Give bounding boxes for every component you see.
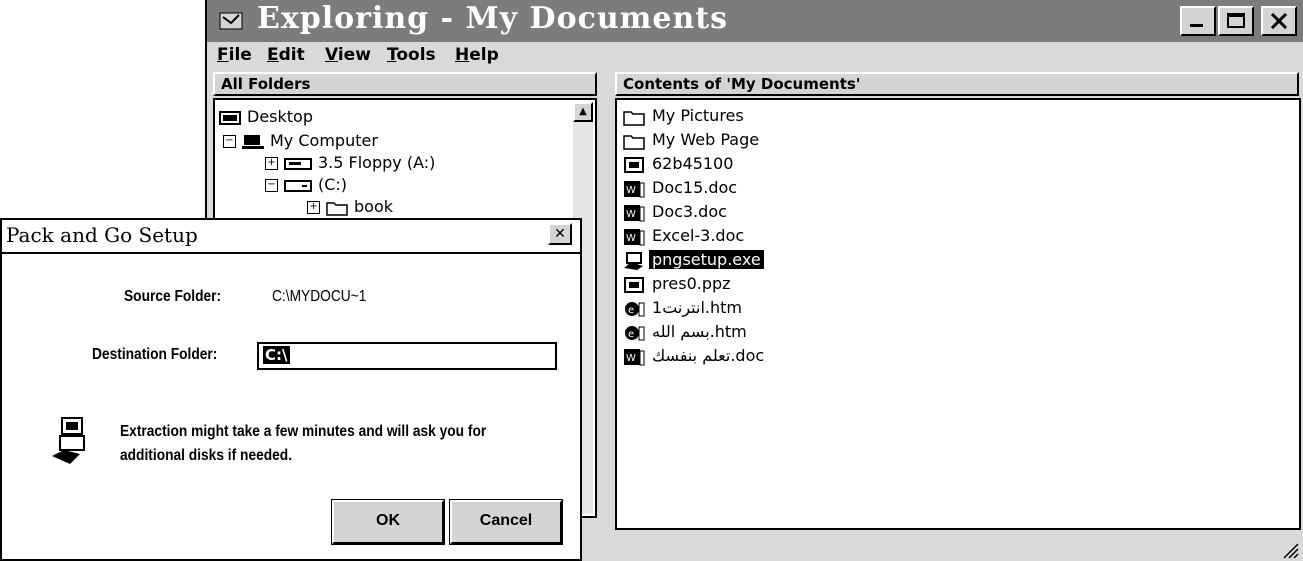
setup-exe-icon bbox=[623, 251, 645, 270]
tree-item-label: book bbox=[354, 197, 393, 216]
file-name: 62b45100 bbox=[652, 154, 734, 173]
contents-header: Contents of 'My Documents' bbox=[615, 72, 1299, 96]
menu-bar: File Edit View Tools Help bbox=[207, 42, 1303, 70]
expand-toggle[interactable]: + bbox=[265, 157, 278, 170]
web-page-icon: e bbox=[623, 324, 645, 342]
tree-item-book[interactable]: + book bbox=[307, 196, 393, 218]
extraction-message: Extraction might take a few minutes and … bbox=[120, 420, 486, 468]
tree-item-label: 3.5 Floppy (A:) bbox=[318, 153, 436, 172]
menu-file[interactable]: File bbox=[217, 45, 252, 65]
maximize-button[interactable] bbox=[1218, 6, 1254, 36]
menu-help[interactable]: Help bbox=[455, 45, 499, 65]
ok-button[interactable]: OK bbox=[331, 499, 445, 545]
resize-grip-icon[interactable] bbox=[1281, 541, 1299, 559]
file-name: 1انترنت.htm bbox=[652, 298, 742, 317]
scroll-up-button[interactable]: ▲ bbox=[573, 102, 593, 122]
source-folder-label: Source Folder: bbox=[124, 288, 222, 305]
minimize-icon bbox=[1190, 24, 1203, 27]
word-doc-icon: W bbox=[623, 348, 645, 366]
word-doc-icon: W bbox=[623, 204, 645, 222]
svg-text:e: e bbox=[628, 305, 634, 316]
all-folders-header: All Folders bbox=[213, 72, 597, 96]
maximize-icon bbox=[1227, 13, 1245, 28]
tree-item-label: Desktop bbox=[247, 107, 313, 126]
file-list-item[interactable]: pngsetup.exe bbox=[623, 248, 764, 271]
cancel-button[interactable]: Cancel bbox=[449, 499, 563, 545]
svg-text:W: W bbox=[626, 233, 636, 244]
tree-item-desktop[interactable]: Desktop bbox=[219, 106, 313, 128]
file-list-item[interactable]: W Doc15.doc bbox=[623, 176, 740, 199]
menu-tools[interactable]: Tools bbox=[387, 45, 436, 65]
file-name: تعلم بنفسك.doc bbox=[652, 346, 765, 365]
svg-text:e: e bbox=[628, 329, 634, 340]
floppy-icon bbox=[284, 157, 312, 170]
file-list-item[interactable]: My Web Page bbox=[623, 128, 762, 151]
source-folder-value: C:\MYDOCU~1 bbox=[272, 288, 367, 305]
file-name: Doc3.doc bbox=[652, 202, 727, 221]
file-name: Excel-3.doc bbox=[652, 226, 745, 245]
file-name: بسم الله.htm bbox=[652, 322, 747, 341]
menu-edit[interactable]: Edit bbox=[267, 45, 305, 65]
file-list-item[interactable]: W Doc3.doc bbox=[623, 200, 730, 223]
word-doc-icon: W bbox=[623, 180, 645, 198]
collapse-toggle[interactable]: − bbox=[265, 179, 278, 192]
collapse-toggle[interactable]: − bbox=[223, 135, 236, 148]
explorer-title: Exploring - My Documents bbox=[257, 1, 729, 36]
contents-pane: My Pictures My Web Page 62b45100 W Doc15.doc… bbox=[615, 98, 1301, 530]
close-button[interactable] bbox=[1261, 6, 1297, 36]
pack-and-go-dialog: Pack and Go Setup ✕ Source Folder: C:\MY… bbox=[0, 218, 582, 561]
file-list-item[interactable]: W Excel-3.doc bbox=[623, 224, 747, 247]
file-list-item[interactable]: e بسم الله.htm bbox=[623, 320, 750, 343]
file-name: My Pictures bbox=[652, 106, 744, 125]
folder-icon bbox=[623, 132, 645, 150]
file-list-item[interactable]: pres0.ppz bbox=[623, 272, 734, 295]
close-icon bbox=[1270, 13, 1288, 29]
svg-text:W: W bbox=[626, 185, 636, 196]
message-line-1: Extraction might take a few minutes and … bbox=[120, 423, 487, 440]
explorer-app-icon bbox=[219, 12, 243, 30]
desktop-icon bbox=[219, 110, 241, 125]
computer-icon bbox=[242, 134, 264, 149]
folder-icon bbox=[623, 108, 645, 126]
file-icon bbox=[623, 276, 645, 294]
word-doc-icon: W bbox=[623, 228, 645, 246]
svg-text:W: W bbox=[626, 353, 636, 364]
file-list-item[interactable]: My Pictures bbox=[623, 104, 747, 127]
file-name: My Web Page bbox=[652, 130, 760, 149]
explorer-title-bar[interactable]: Exploring - My Documents bbox=[207, 0, 1303, 42]
tree-item-label: My Computer bbox=[270, 131, 378, 150]
file-list-item[interactable]: W تعلم بنفسك.doc bbox=[623, 344, 767, 367]
file-icon bbox=[623, 156, 645, 174]
file-name: pngsetup.exe bbox=[649, 250, 764, 269]
dialog-close-button[interactable]: ✕ bbox=[548, 223, 572, 245]
tree-item-my-computer[interactable]: − My Computer bbox=[223, 130, 378, 152]
web-page-icon: e bbox=[623, 300, 645, 318]
destination-folder-input[interactable]: C:\ bbox=[257, 342, 557, 370]
file-name: Doc15.doc bbox=[652, 178, 738, 197]
tree-item-floppy[interactable]: +3.5 Floppy (A:) bbox=[265, 152, 435, 174]
svg-text:W: W bbox=[626, 209, 636, 220]
setup-computer-icon bbox=[52, 417, 85, 464]
dialog-title: Pack and Go Setup bbox=[6, 223, 198, 247]
dialog-title-bar[interactable]: Pack and Go Setup ✕ bbox=[2, 220, 580, 254]
expand-toggle[interactable]: + bbox=[307, 201, 320, 214]
file-list-item[interactable]: e 1انترنت.htm bbox=[623, 296, 745, 319]
file-name: pres0.ppz bbox=[652, 274, 731, 293]
close-icon: ✕ bbox=[554, 226, 566, 242]
minimize-button[interactable] bbox=[1180, 6, 1216, 36]
drive-icon bbox=[284, 179, 312, 192]
file-list-item[interactable]: 62b45100 bbox=[623, 152, 736, 175]
folder-icon bbox=[326, 201, 348, 216]
message-line-2: additional disks if needed. bbox=[120, 447, 293, 464]
destination-folder-label: Destination Folder: bbox=[92, 346, 218, 363]
destination-folder-value: C:\ bbox=[263, 346, 290, 364]
menu-view[interactable]: View bbox=[325, 45, 371, 65]
tree-item-c-drive[interactable]: − (C:) bbox=[265, 174, 347, 196]
tree-item-label: (C:) bbox=[318, 175, 348, 194]
